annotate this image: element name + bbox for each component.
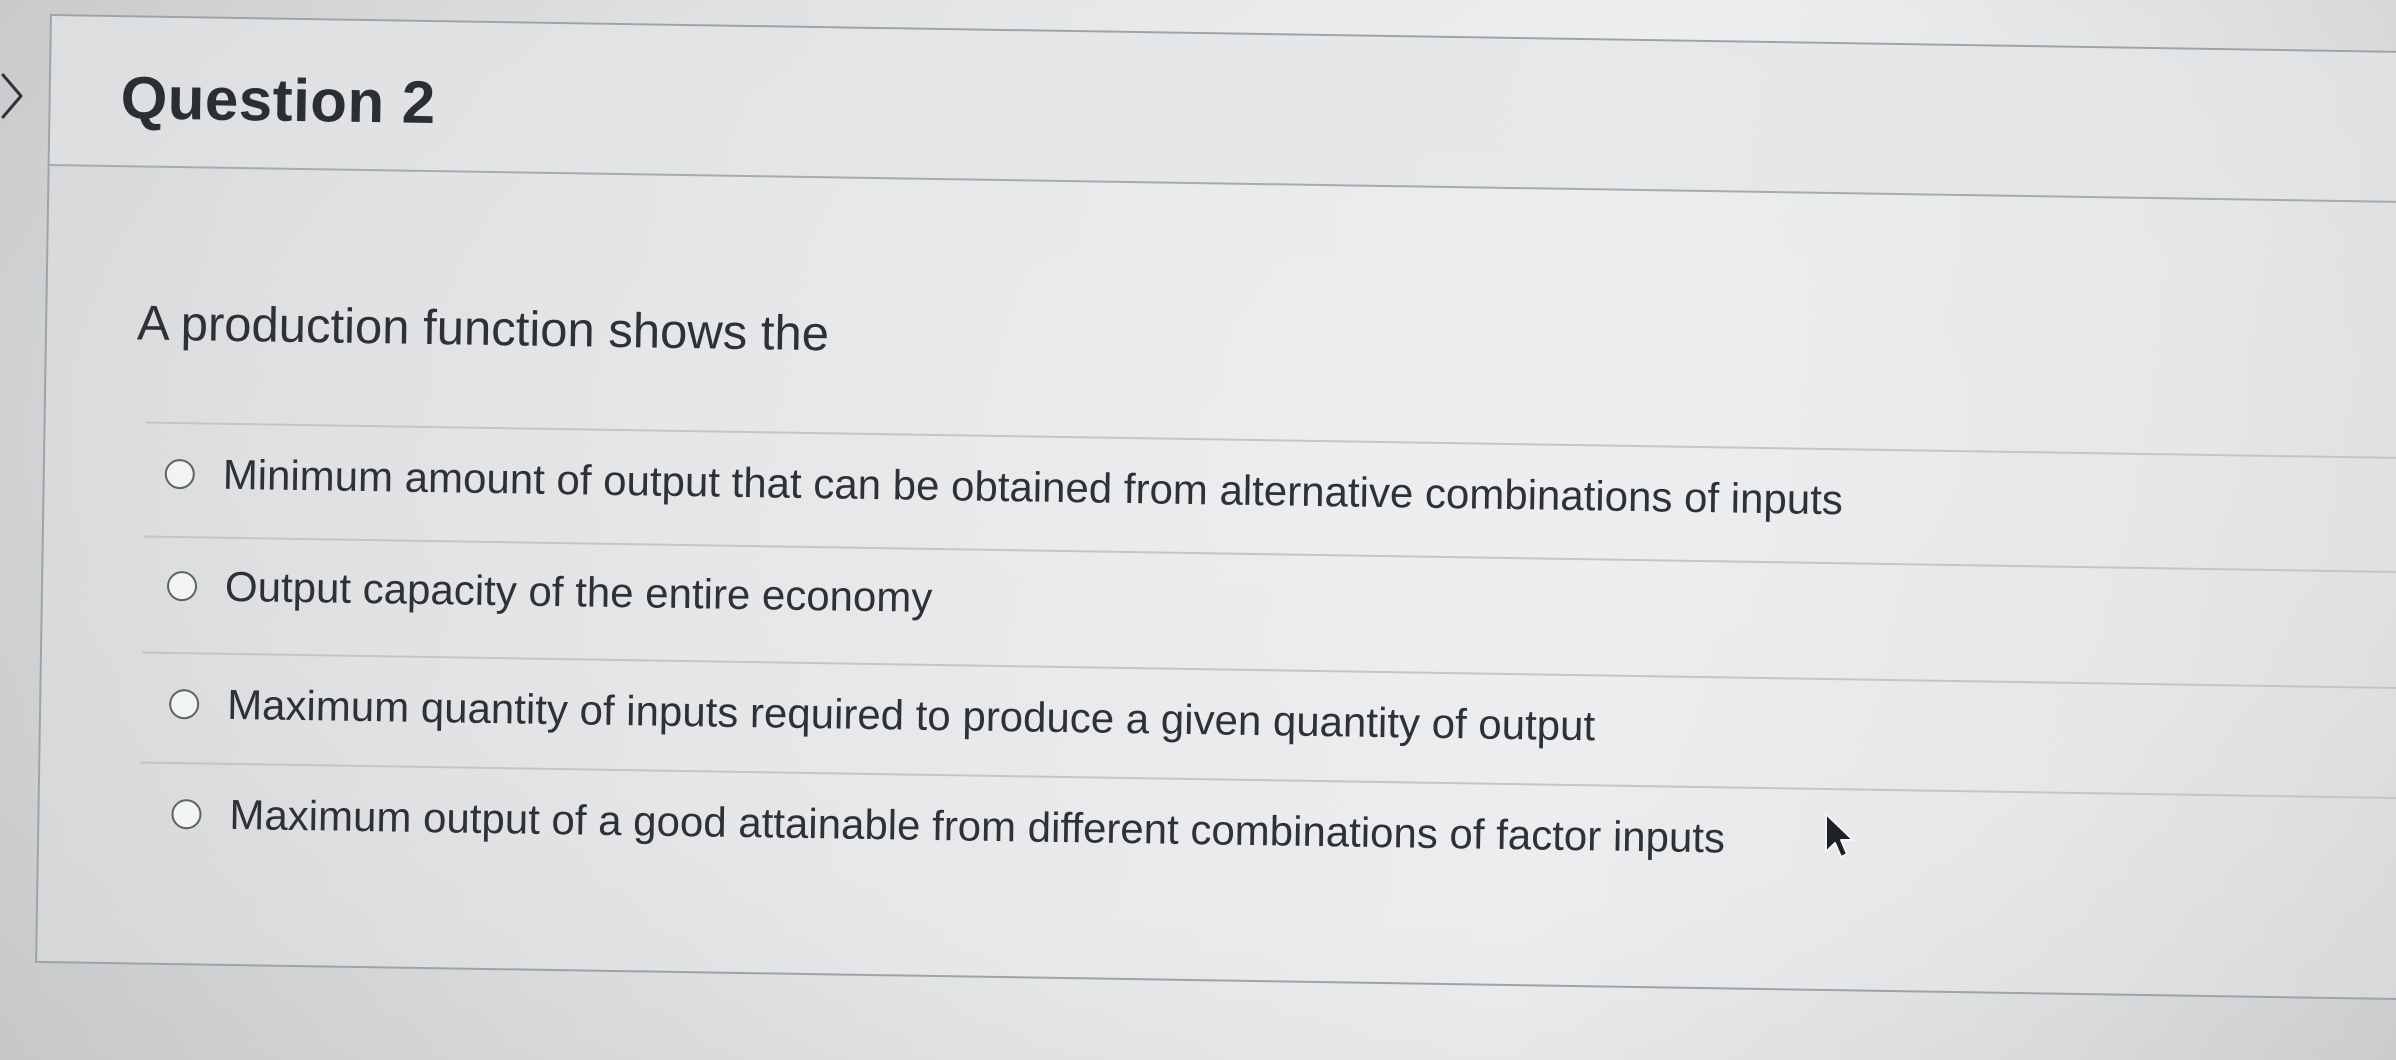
mouse-pointer-icon [1825, 813, 1854, 858]
question-title: Question 2 [120, 64, 437, 137]
question-card: Question 2 A production function shows t… [35, 14, 2396, 1002]
radio-button[interactable] [168, 688, 200, 720]
question-header: Question 2 [49, 16, 2396, 205]
answer-option-label: Output capacity of the entire economy [224, 562, 933, 621]
chevron-right-icon [1, 73, 23, 119]
answer-option-label: Maximum output of a good attainable from… [229, 790, 1726, 862]
radio-button[interactable] [164, 458, 196, 490]
radio-button[interactable] [166, 570, 198, 602]
answer-option-1[interactable]: Minimum amount of output that can be obt… [164, 450, 1843, 524]
radio-button[interactable] [171, 799, 202, 830]
answer-option-3[interactable]: Maximum quantity of inputs required to p… [168, 680, 1596, 750]
answer-option-2[interactable]: Output capacity of the entire economy [166, 562, 933, 622]
question-prompt: A production function shows the [136, 296, 830, 362]
answer-option-label: Maximum quantity of inputs required to p… [226, 680, 1596, 750]
collapse-toggle-button[interactable] [0, 68, 32, 124]
answer-option-label: Minimum amount of output that can be obt… [222, 450, 1844, 524]
answer-option-4[interactable]: Maximum output of a good attainable from… [171, 790, 1725, 862]
